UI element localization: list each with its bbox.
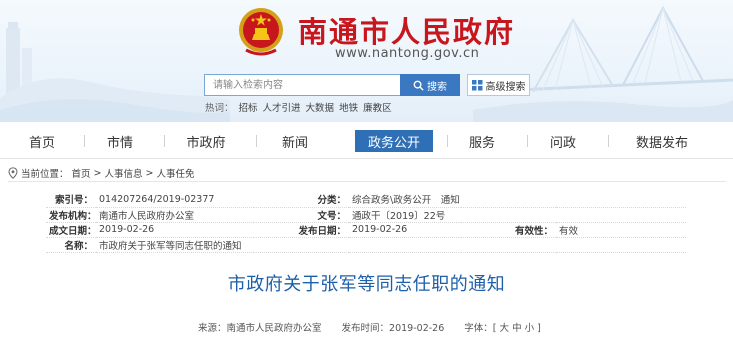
hot-word-link[interactable]: 人才引进 — [263, 100, 301, 114]
table-row: 发布机构： 南通市人民政府办公室 文号： 通政干〔2019〕22号 — [46, 207, 687, 223]
advanced-search-button[interactable]: 高级搜索 — [467, 74, 530, 96]
national-emblem-icon — [239, 8, 283, 56]
main-nav: 首页 市情 市政府 新闻 政务公开 服务 问政 数据发布 — [0, 122, 733, 159]
nav-item-services[interactable]: 服务 — [462, 130, 502, 152]
nav-item-city-government[interactable]: 市政府 — [180, 130, 232, 152]
publisher-label: 发布机构： — [46, 207, 96, 223]
document-name-value: 市政府关于张军等同志任职的通知 — [96, 237, 687, 253]
nav-divider — [164, 135, 165, 147]
publish-time-label: 发布时间： — [341, 323, 390, 334]
breadcrumb-personnel-link[interactable]: 人事信息 — [105, 166, 143, 180]
nav-divider — [447, 135, 448, 147]
source-label: 来源： — [198, 323, 227, 334]
published-date-label: 发布日期： — [254, 222, 349, 238]
article-source: 来源：南通市人民政府办公室 — [198, 320, 322, 334]
published-date-value: 2019-02-26 — [349, 222, 461, 238]
hot-word-link[interactable]: 大数据 — [306, 100, 335, 114]
site-url: www.nantong.gov.cn — [335, 46, 480, 61]
document-number-label: 文号： — [254, 207, 349, 223]
nav-item-government-affairs[interactable]: 政务公开 — [355, 130, 433, 152]
table-row: 成文日期： 2019-02-26 发布日期： 2019-02-26 有效性： 有… — [46, 222, 687, 238]
nav-item-city-info[interactable]: 市情 — [100, 130, 140, 152]
font-size-large-button[interactable]: 大 — [500, 323, 510, 334]
font-size-medium-button[interactable]: 中 — [512, 323, 522, 334]
hot-word-link[interactable]: 招标 — [239, 100, 258, 114]
nav-item-inquiry[interactable]: 问政 — [543, 130, 583, 152]
nav-divider — [256, 135, 257, 147]
hot-words-label: 热词： — [205, 103, 234, 114]
article-title: 市政府关于张军等同志任职的通知 — [227, 274, 506, 295]
validity-label: 有效性： — [461, 222, 556, 238]
search-input[interactable] — [204, 74, 400, 96]
font-size-label: 字体： — [464, 323, 493, 334]
nav-divider — [84, 135, 85, 147]
document-name-label: 名称： — [46, 237, 96, 253]
article-meta: 来源：南通市人民政府办公室 发布时间：2019-02-26 字体：[ 大 中 小… — [198, 320, 541, 334]
breadcrumb-separator: > — [145, 167, 154, 179]
search-icon — [413, 80, 424, 91]
city-skyline-illustration — [0, 22, 230, 122]
grid-icon — [471, 79, 482, 90]
hot-word-link[interactable]: 廉教区 — [363, 100, 392, 114]
article-publish-time: 发布时间：2019-02-26 — [342, 320, 445, 334]
nav-item-home[interactable]: 首页 — [22, 130, 62, 152]
hot-words: 热词： 招标 人才引进 大数据 地铁 廉教区 — [205, 100, 392, 114]
nav-divider — [608, 135, 609, 147]
font-size-control: 字体：[ 大 中 小 ] — [464, 320, 541, 334]
index-number-label: 索引号： — [46, 192, 96, 208]
document-info-table: 索引号： 014207264/2019-02377 分类： 综合政务\政务公开 … — [46, 192, 687, 253]
validity-value: 有效 — [556, 222, 687, 238]
site-header: 南通市人民政府 www.nantong.gov.cn 搜索 高级搜索 热词： 招… — [0, 0, 733, 122]
nav-item-data-release[interactable]: 数据发布 — [630, 130, 694, 152]
index-number-value: 014207264/2019-02377 — [96, 192, 254, 208]
search-button[interactable]: 搜索 — [400, 74, 460, 96]
source-value: 南通市人民政府办公室 — [226, 323, 322, 334]
advanced-search-label: 高级搜索 — [485, 81, 526, 93]
category-label: 分类： — [254, 192, 349, 208]
created-date-value: 2019-02-26 — [96, 222, 254, 238]
font-size-small-button[interactable]: 小 — [525, 323, 535, 334]
breadcrumb: 当前位置： 首页 > 人事信息 > 人事任免 — [8, 166, 195, 180]
location-pin-icon — [8, 167, 18, 179]
site-title: 南通市人民政府 — [298, 15, 516, 49]
breadcrumb-prefix: 当前位置： — [21, 169, 69, 180]
publish-time-value: 2019-02-26 — [389, 323, 445, 334]
nav-divider — [527, 135, 528, 147]
nav-item-news[interactable]: 新闻 — [275, 130, 315, 152]
table-row: 索引号： 014207264/2019-02377 分类： 综合政务\政务公开 … — [46, 192, 687, 208]
breadcrumb-divider — [8, 181, 726, 182]
breadcrumb-home-link[interactable]: 首页 — [72, 166, 91, 180]
created-date-label: 成文日期： — [46, 222, 96, 238]
breadcrumb-appointments-link[interactable]: 人事任免 — [156, 166, 194, 180]
breadcrumb-separator: > — [93, 167, 102, 179]
document-number-value: 通政干〔2019〕22号 — [349, 207, 687, 223]
font-size-bracket-close: ] — [537, 323, 541, 334]
publisher-value: 南通市人民政府办公室 — [96, 207, 254, 223]
table-row: 名称： 市政府关于张军等同志任职的通知 — [46, 237, 687, 253]
hot-word-link[interactable]: 地铁 — [339, 100, 358, 114]
font-size-bracket-open: [ — [492, 323, 497, 334]
category-value: 综合政务\政务公开 通知 — [349, 192, 687, 208]
search-button-label: 搜索 — [427, 81, 447, 93]
